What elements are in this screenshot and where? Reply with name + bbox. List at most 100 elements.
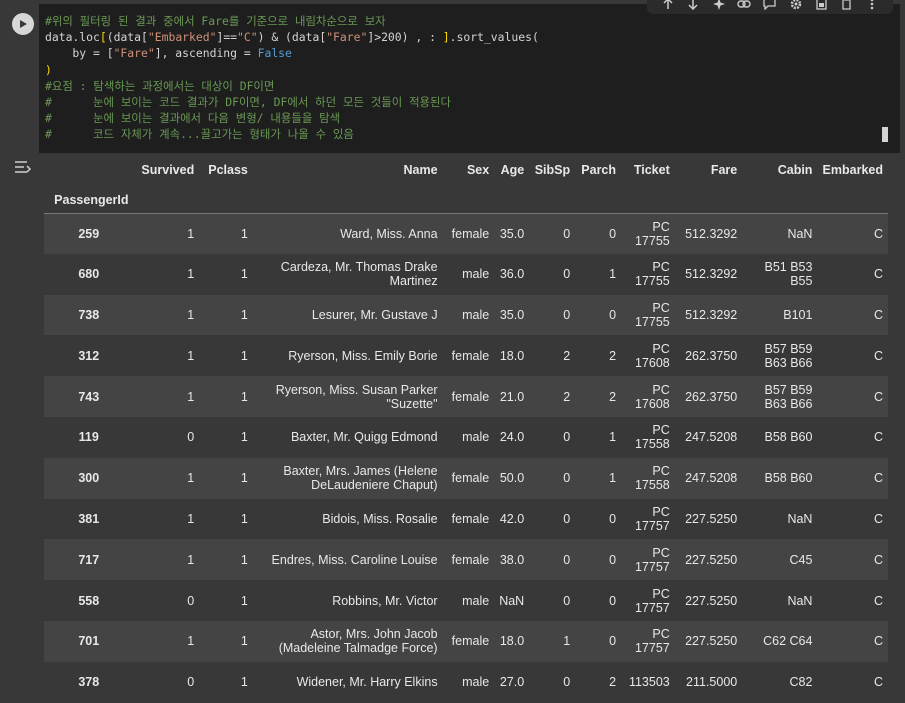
- table-cell: female: [451, 511, 490, 526]
- table-cell: PC 17757: [634, 545, 670, 574]
- table-cell: NaN: [787, 511, 813, 526]
- table-row: 680 1 1 Cardeza, Mr. Thomas Drake Martinez m…: [44, 253, 888, 295]
- table-cell: 512.3292: [685, 267, 738, 282]
- row-index: 312: [78, 348, 100, 363]
- code-editor[interactable]: #위의 필터링 된 결과 중에서 Fare를 기준으로 내림차순으로 보자 dat…: [39, 4, 900, 153]
- table-cell: 2: [563, 348, 571, 363]
- table-cell: 0: [609, 307, 617, 322]
- code-token: .sort_values(: [449, 30, 539, 45]
- row-index: 743: [78, 389, 100, 404]
- table-cell: 1: [187, 634, 195, 649]
- index-corner: [44, 153, 134, 187]
- table-cell: Ryerson, Miss. Emily Borie: [288, 348, 438, 363]
- comment-icon[interactable]: [762, 0, 778, 12]
- table-row: 119 0 1 Baxter, Mr. Quigg Edmond male 24.0 0 1 P…: [44, 416, 888, 458]
- table-cell: 2: [609, 348, 617, 363]
- table-cell: PC 17558: [634, 423, 670, 452]
- table-cell: PC 17755: [634, 260, 670, 289]
- table-cell: C: [873, 634, 883, 649]
- table-cell: 42.0: [499, 511, 525, 526]
- table-cell: C: [873, 307, 883, 322]
- table-cell: 227.5250: [685, 593, 738, 608]
- row-index: 558: [78, 593, 100, 608]
- table-cell: NaN: [787, 226, 813, 241]
- index-name-row: PassengerId: [44, 187, 888, 213]
- table-cell: 2: [609, 389, 617, 404]
- arrow-up-icon[interactable]: [660, 0, 676, 12]
- table-cell: 0: [563, 675, 571, 690]
- scrollbar-thumb[interactable]: [882, 127, 888, 142]
- table-cell: C45: [789, 552, 813, 567]
- table-cell: 247.5208: [685, 430, 738, 445]
- table-cell: Baxter, Mrs. James (Helene DeLaudeniere …: [283, 464, 438, 493]
- table-cell: 262.3750: [685, 389, 738, 404]
- table-cell: PC 17608: [634, 341, 670, 370]
- column-header-row: Survived Pclass Name Sex Age SibSp Parch Ticket…: [44, 153, 888, 187]
- column-header: Cabin: [777, 163, 813, 177]
- table-cell: 227.5250: [685, 552, 738, 567]
- mirror-cell-icon[interactable]: [813, 0, 829, 12]
- column-header: SibSp: [534, 163, 571, 177]
- table-cell: 2: [563, 389, 571, 404]
- sparkle-icon[interactable]: [711, 0, 727, 12]
- table-cell: 0: [563, 552, 571, 567]
- code-line: # 눈에 보이는 결과에서 다음 변형/ 내용들을 탐색: [45, 110, 900, 126]
- table-cell: 0: [609, 511, 617, 526]
- column-header: Fare: [710, 163, 738, 177]
- code-token: by = [: [45, 46, 114, 61]
- table-cell: 35.0: [499, 226, 525, 241]
- table-cell: 1: [240, 430, 248, 445]
- more-vert-icon[interactable]: [864, 0, 880, 12]
- code-token: "Fare": [113, 46, 155, 61]
- code-line: # 코드 자체가 계속...끌고가는 형태가 나올 수 있음: [45, 126, 900, 142]
- table-cell: male: [462, 593, 490, 608]
- table-cell: 1: [187, 389, 195, 404]
- trash-icon[interactable]: [839, 0, 855, 12]
- table-cell: 1: [187, 471, 195, 486]
- table-row: 701 1 1 Astor, Mrs. John Jacob (Madeleine T…: [44, 620, 888, 662]
- table-cell: 1: [240, 634, 248, 649]
- table-cell: 262.3750: [685, 348, 738, 363]
- table-cell: C: [873, 389, 883, 404]
- table-row: 558 0 1 Robbins, Mr. Victor male NaN 0 0 PC 1775…: [44, 580, 888, 621]
- code-line: by = ["Fare"], ascending = False: [45, 45, 900, 61]
- table-row: 738 1 1 Lesurer, Mr. Gustave J male 35.0 0 0 PC …: [44, 294, 888, 336]
- table-cell: 1: [609, 471, 617, 486]
- table-cell: C82: [789, 675, 813, 690]
- table-cell: 247.5208: [685, 471, 738, 486]
- arrow-down-icon[interactable]: [685, 0, 701, 12]
- table-cell: male: [462, 307, 490, 322]
- table-cell: C: [873, 348, 883, 363]
- link-icon[interactable]: [736, 0, 752, 12]
- table-cell: 227.5250: [685, 634, 738, 649]
- table-cell: female: [451, 389, 490, 404]
- table-cell: 0: [563, 430, 571, 445]
- code-token: ) & (data[: [257, 30, 327, 45]
- table-body: 259 1 1 Ward, Miss. Anna female 35.0 0 0 PC 1775…: [44, 213, 888, 703]
- table-cell: 0: [187, 593, 195, 608]
- cell-output: Survived Pclass Name Sex Age SibSp Parch Ticket…: [0, 153, 905, 703]
- code-token: ]==: [216, 30, 238, 45]
- table-cell: C: [873, 471, 883, 486]
- run-cell-button[interactable]: [12, 13, 34, 35]
- table-cell: 1: [187, 226, 195, 241]
- table-row: 378 0 1 Widener, Mr. Harry Elkins male 27.0 0 2…: [44, 661, 888, 703]
- table-cell: 1: [240, 593, 248, 608]
- code-token: (data[: [106, 30, 148, 45]
- code-token: # 눈에 보이는 코드 결과가 DF이면, DF에서 하던 모든 것들이 적용된…: [45, 94, 451, 109]
- gear-icon[interactable]: [788, 0, 804, 12]
- table-cell: 211.5000: [686, 675, 738, 690]
- row-index: 378: [78, 675, 100, 690]
- table-cell: 1: [240, 307, 248, 322]
- output-options-icon[interactable]: [14, 159, 32, 175]
- code-token: ], ascending =: [154, 46, 258, 61]
- table-cell: 1: [187, 307, 195, 322]
- dataframe-table: Survived Pclass Name Sex Age SibSp Parch Ticket…: [44, 153, 888, 703]
- code-line: #요점 : 탐색하는 과정에서는 대상이 DF이면: [45, 78, 900, 94]
- table-cell: 0: [563, 593, 571, 608]
- table-cell: B51 B53 B55: [764, 260, 813, 289]
- table-row: 300 1 1 Baxter, Mrs. James (Helene DeLauden…: [44, 457, 888, 499]
- table-row: 312 1 1 Ryerson, Miss. Emily Borie female 18.…: [44, 335, 888, 377]
- code-cell[interactable]: #위의 필터링 된 결과 중에서 Fare를 기준으로 내림차순으로 보자 dat…: [0, 0, 905, 153]
- table-cell: 1: [240, 511, 248, 526]
